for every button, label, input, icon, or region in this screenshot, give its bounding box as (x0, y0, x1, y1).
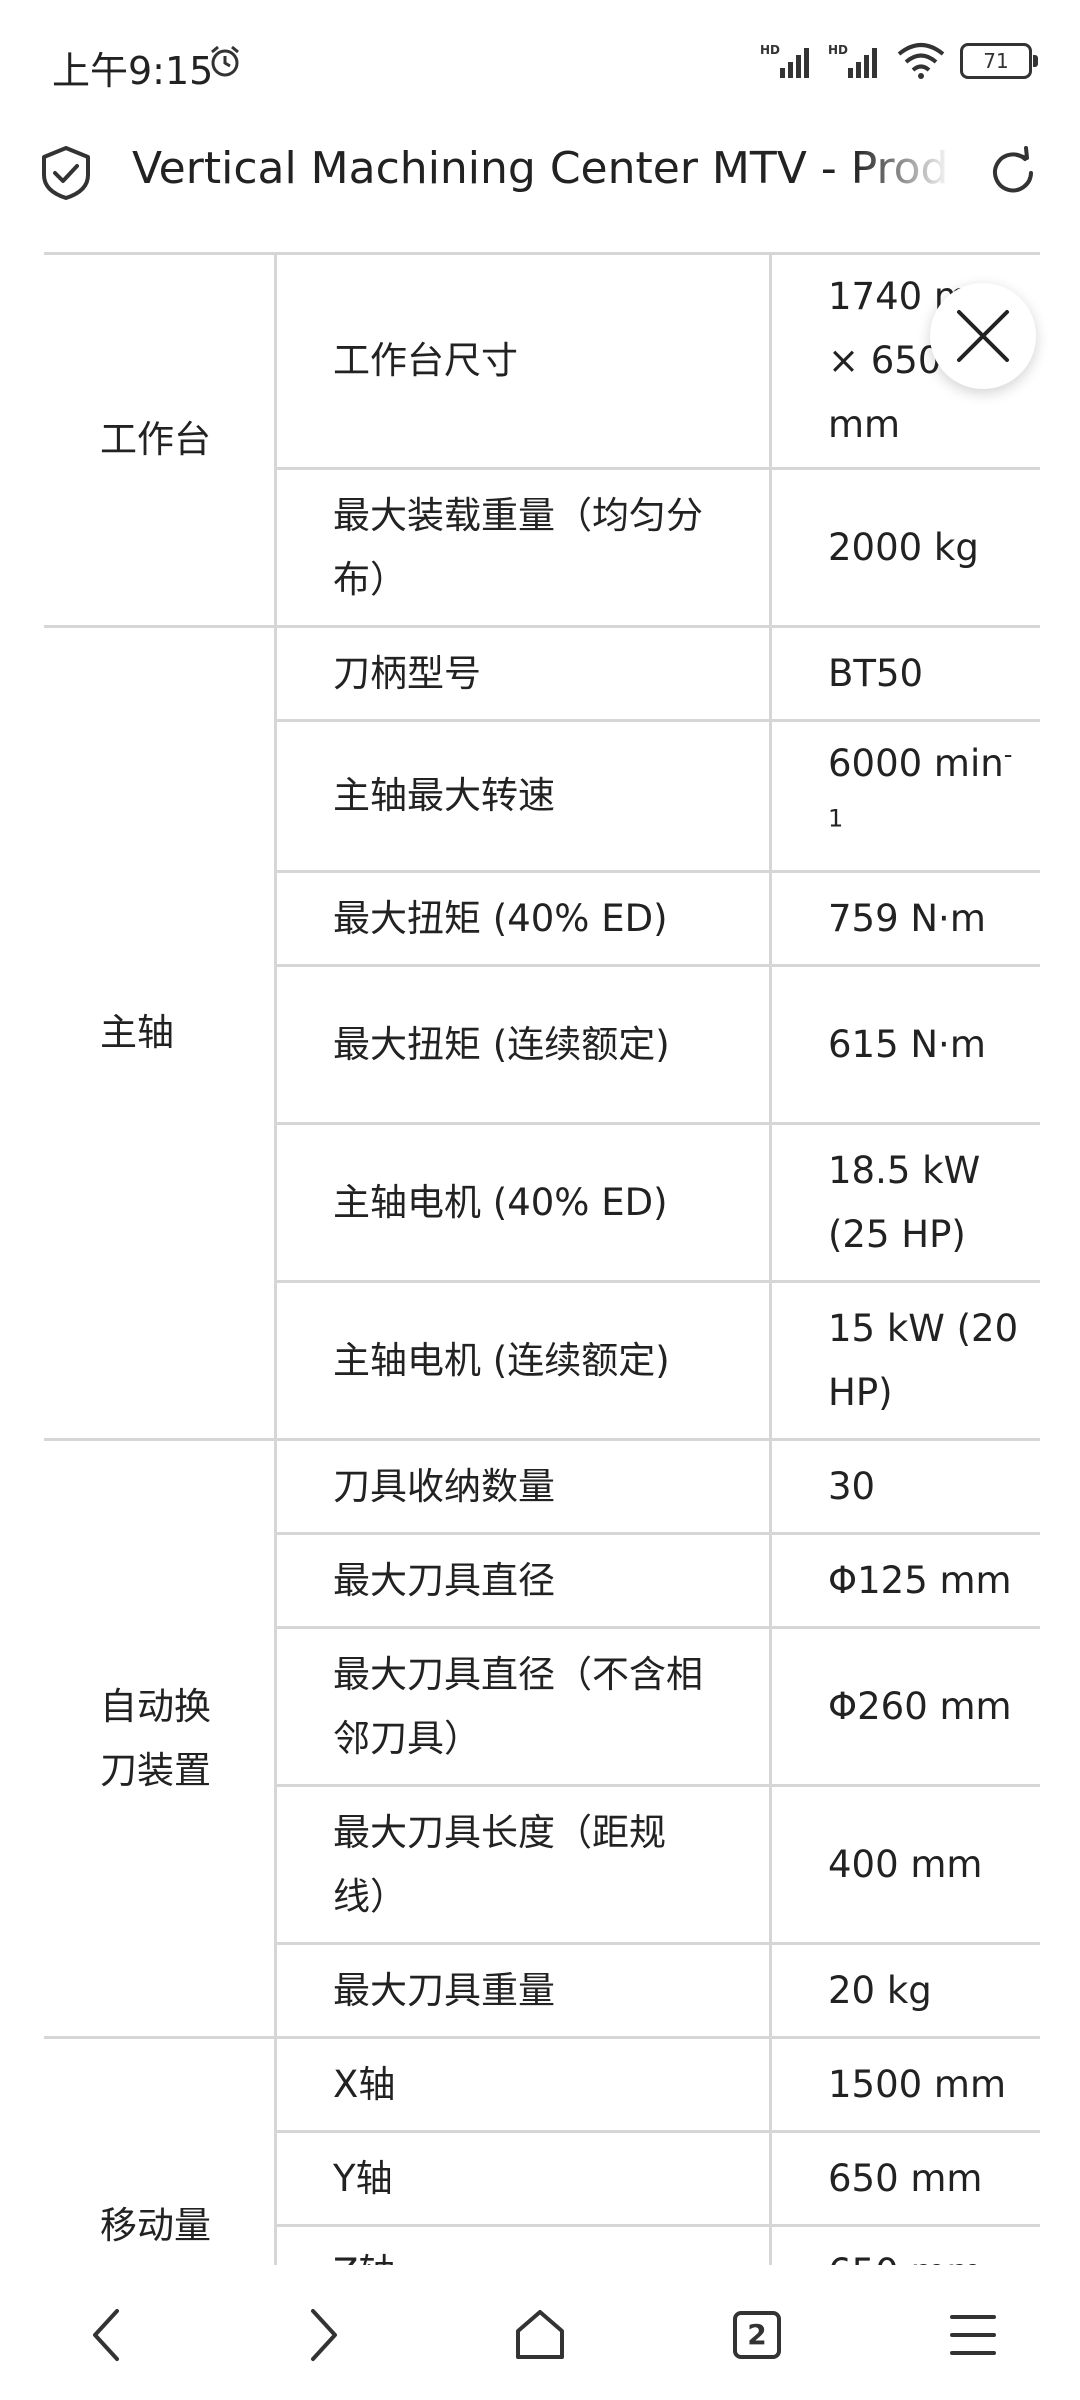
svg-text:HD: HD (828, 43, 848, 57)
close-icon (957, 310, 1009, 362)
spec-value: 1500 mm (770, 2036, 1040, 2133)
close-button[interactable] (930, 283, 1036, 389)
forward-icon (311, 2309, 337, 2361)
svg-text:HD: HD (760, 43, 780, 57)
menu-button[interactable] (938, 2300, 1008, 2370)
spec-item: 最大扭矩 (连续额定) (275, 964, 772, 1125)
spec-item: 最大刀具直径（不含相邻刀具） (275, 1626, 772, 1787)
table-row: 自动换刀装置 刀具收纳数量 30 (44, 1438, 1040, 2039)
wifi-icon (897, 43, 945, 79)
spec-item: 工作台尺寸 (275, 252, 772, 470)
back-button[interactable] (72, 2300, 142, 2370)
spec-item: 最大刀具长度（距规线） (275, 1784, 772, 1945)
group-label: 主轴 (44, 625, 277, 1441)
menu-icon (950, 2315, 996, 2355)
spec-value: 30 (770, 1438, 1040, 1535)
spec-item: 刀具收纳数量 (275, 1438, 772, 1535)
spec-item: X轴 (275, 2036, 772, 2133)
reload-icon[interactable] (985, 145, 1041, 201)
spec-value: 400 mm (770, 1784, 1040, 1945)
spec-item: 刀柄型号 (275, 625, 772, 722)
spec-item: 主轴最大转速 (275, 719, 772, 873)
spec-value: 18.5 kW (25 HP) (770, 1122, 1040, 1283)
spec-value: 759 N·m (770, 870, 1040, 967)
home-icon (516, 2310, 564, 2359)
spec-value: 650 mm (770, 2224, 1040, 2265)
forward-button[interactable] (288, 2300, 358, 2370)
spec-value: 20 kg (770, 1942, 1040, 2039)
spec-item: 最大刀具重量 (275, 1942, 772, 2039)
spec-item: 主轴电机 (连续额定) (275, 1280, 772, 1441)
spec-item: Z轴 (275, 2224, 772, 2265)
spec-value: 15 kW (20 HP) (770, 1280, 1040, 1441)
spec-value: BT50 (770, 625, 1040, 722)
table-row: 移动量 X轴 1500 mm (44, 2036, 1040, 2265)
status-time: 上午9:15 (52, 49, 214, 93)
table-row: 主轴 刀柄型号 BT50 (44, 625, 1040, 1441)
spec-value: 6000 min-1 (770, 719, 1040, 873)
spec-item: 最大装载重量（均匀分布） (275, 467, 772, 628)
page-content[interactable]: 工作台 工作台尺寸 1740 mm × 650 mm 最大装载重量（均匀分布） … (0, 245, 1080, 2265)
spec-value: 615 N·m (770, 964, 1040, 1125)
spec-table: 工作台 工作台尺寸 1740 mm × 650 mm 最大装载重量（均匀分布） … (44, 252, 1040, 2265)
tabs-icon: 2 (733, 2311, 781, 2359)
group-label: 自动换刀装置 (44, 1438, 277, 2039)
home-button[interactable] (505, 2300, 575, 2370)
spec-item: 最大扭矩 (40% ED) (275, 870, 772, 967)
spec-value-text: 6000 min (828, 742, 1004, 785)
spec-value: Φ260 mm (770, 1626, 1040, 1787)
status-bar: 上午9:15 HD HD 71 (0, 0, 1080, 125)
page-title[interactable]: Vertical Machining Center MTV - Product (132, 143, 952, 194)
group-label: 移动量 (44, 2036, 277, 2265)
bottom-nav: 2 (0, 2265, 1080, 2400)
battery-icon: 71 (960, 43, 1038, 79)
spec-item: 最大刀具直径 (275, 1532, 772, 1629)
spec-item: 主轴电机 (40% ED) (275, 1122, 772, 1283)
spec-value: Φ125 mm (770, 1532, 1040, 1629)
spec-value: 2000 kg (770, 467, 1040, 628)
back-icon (93, 2309, 119, 2361)
shield-check-icon[interactable] (40, 145, 92, 201)
alarm-icon (211, 45, 239, 77)
spec-item: Y轴 (275, 2130, 772, 2227)
group-label: 工作台 (44, 252, 277, 628)
browser-title-bar: Vertical Machining Center MTV - Product (0, 125, 1080, 245)
signal-hd-icon: HD (828, 43, 877, 78)
table-row: 工作台 工作台尺寸 1740 mm × 650 mm (44, 252, 1040, 628)
spec-value: 650 mm (770, 2130, 1040, 2227)
signal-hd-icon: HD (760, 43, 809, 78)
tabs-button[interactable]: 2 (722, 2300, 792, 2370)
